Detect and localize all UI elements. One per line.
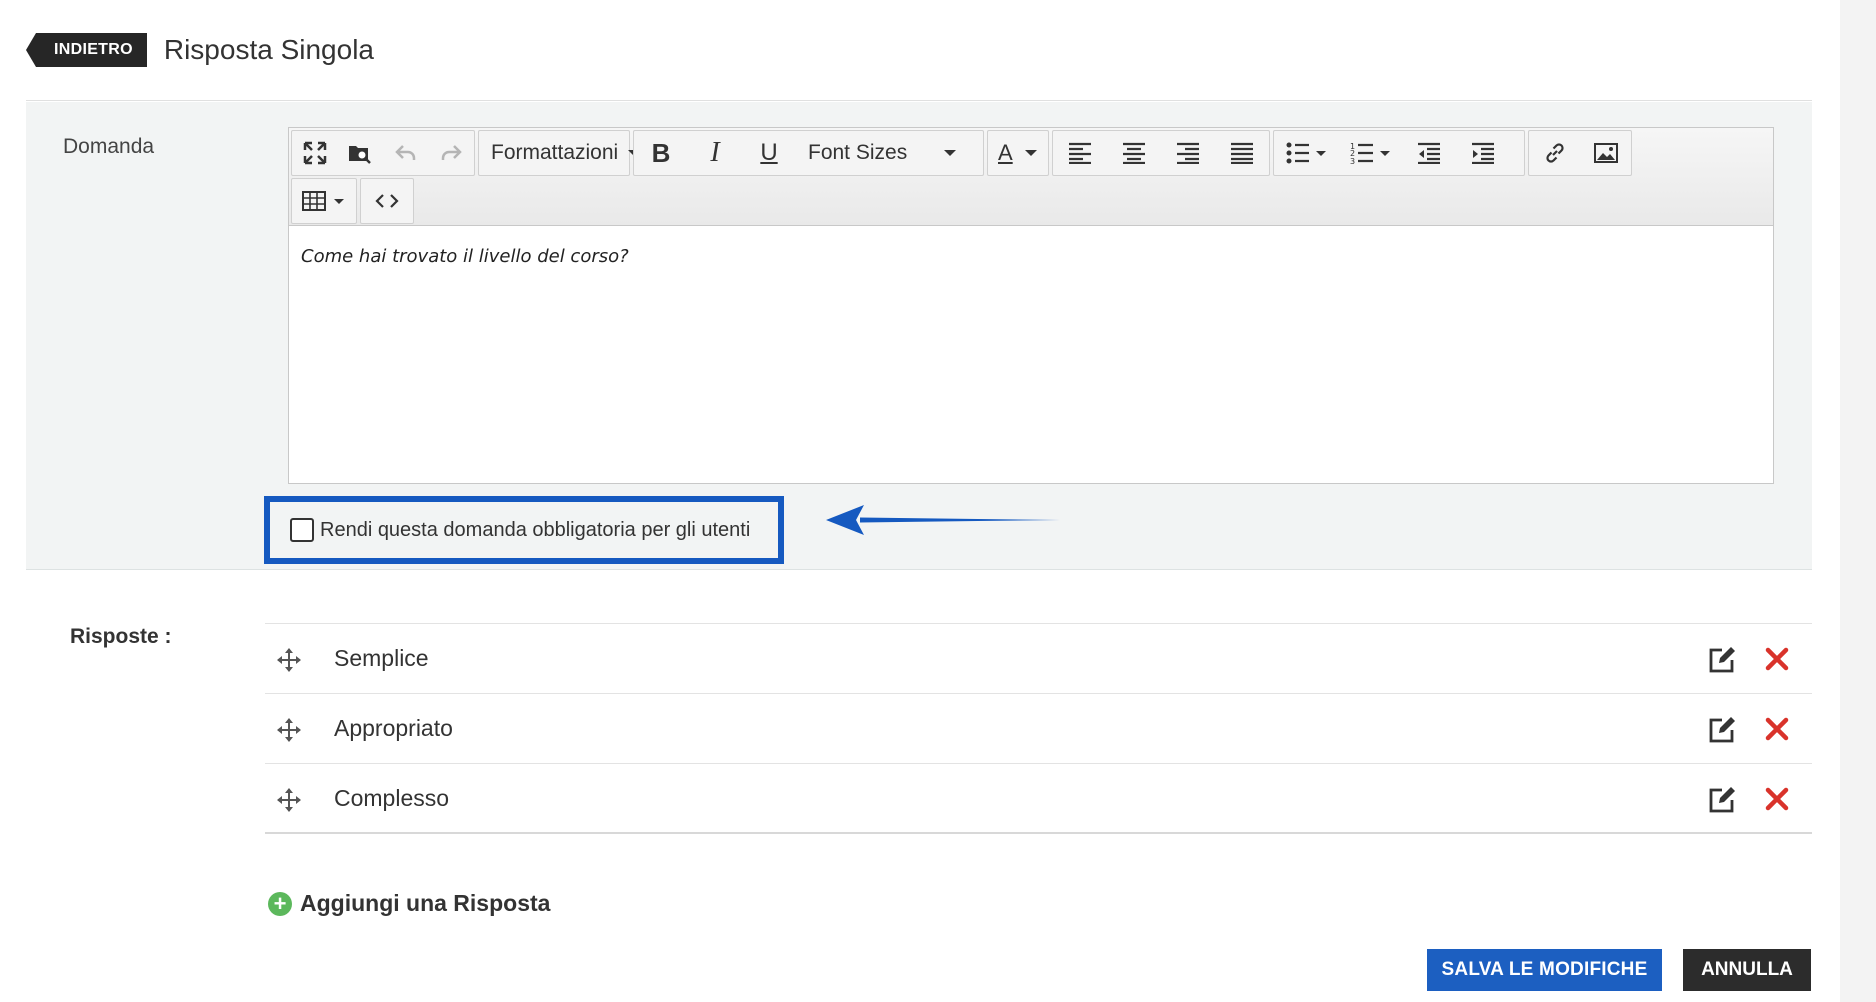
undo-icon[interactable] <box>383 131 429 175</box>
answer-row: Complesso <box>265 764 1812 834</box>
toolbar-group-insert <box>1528 130 1632 176</box>
annotation-arrow-icon <box>826 505 1060 535</box>
font-sizes-label: Font Sizes <box>808 141 908 164</box>
chevron-down-icon <box>944 150 956 156</box>
toolbar-group-view <box>291 130 475 176</box>
toolbar-group-format: Formattazioni <box>478 130 641 176</box>
answers-list: Semplice Appropriato Complesso <box>265 623 1812 834</box>
cancel-button[interactable]: ANNULLA <box>1683 949 1811 991</box>
delete-icon[interactable] <box>1765 647 1789 671</box>
table-icon[interactable] <box>292 179 356 223</box>
toolbar-group-text: B I U Font Sizes <box>633 130 984 176</box>
edit-icon[interactable] <box>1708 646 1736 674</box>
answer-row: Appropriato <box>265 694 1812 764</box>
drag-handle-icon[interactable] <box>276 787 302 813</box>
link-icon[interactable] <box>1529 131 1580 175</box>
answer-text: Complesso <box>334 784 450 811</box>
back-button[interactable]: INDIETRO <box>26 33 147 67</box>
underline-icon[interactable]: U <box>742 131 796 175</box>
format-dropdown[interactable]: Formattazioni <box>479 131 652 175</box>
delete-icon[interactable] <box>1765 717 1789 741</box>
fullscreen-icon[interactable] <box>292 131 338 175</box>
required-checkbox-label: Rendi questa domanda obbligatoria per gl… <box>320 518 751 541</box>
answers-label: Risposte : <box>70 625 172 648</box>
align-center-icon[interactable] <box>1107 131 1161 175</box>
code-icon[interactable] <box>361 179 413 223</box>
toolbar-group-code <box>360 178 414 224</box>
plus-circle-icon: + <box>268 891 292 916</box>
text-color-label: A <box>998 140 1013 165</box>
svg-text:3: 3 <box>1350 157 1355 165</box>
redo-icon[interactable] <box>429 131 475 175</box>
rich-text-editor: Formattazioni B I U Font Sizes A 1 2 3 C… <box>288 127 1774 484</box>
toolbar-group-color: A <box>987 130 1049 176</box>
add-answer-link[interactable]: + Aggiungi una Risposta <box>268 890 550 917</box>
image-icon[interactable] <box>1580 131 1631 175</box>
header-divider <box>26 100 1812 101</box>
align-right-icon[interactable] <box>1161 131 1215 175</box>
bullet-list-icon[interactable] <box>1274 131 1338 175</box>
drag-handle-icon[interactable] <box>276 647 302 673</box>
delete-icon[interactable] <box>1765 787 1789 811</box>
required-question-option: Rendi questa domanda obbligatoria per gl… <box>264 496 784 564</box>
save-button[interactable]: SALVA LE MODIFICHE <box>1427 949 1662 991</box>
indent-icon[interactable] <box>1456 131 1510 175</box>
chevron-down-icon <box>1024 150 1037 156</box>
answer-text: Semplice <box>334 645 429 671</box>
align-justify-icon[interactable] <box>1215 131 1269 175</box>
page-header: INDIETRO Risposta Singola <box>26 28 374 72</box>
editor-content-area[interactable]: Come hai trovato il livello del corso? <box>289 226 1773 287</box>
drag-handle-icon[interactable] <box>276 717 302 743</box>
page-title: Risposta Singola <box>163 34 374 65</box>
editor-toolbar: Formattazioni B I U Font Sizes A 1 2 3 <box>289 128 1773 226</box>
edit-icon[interactable] <box>1708 716 1736 744</box>
text-color-icon[interactable]: A <box>988 131 1045 175</box>
outdent-icon[interactable] <box>1402 131 1456 175</box>
right-scroll-strip <box>1840 0 1876 1002</box>
question-panel: Domanda Formattazioni B I U Font Sizes A… <box>26 102 1812 570</box>
italic-icon[interactable]: I <box>688 131 742 175</box>
numbered-list-icon[interactable]: 123 <box>1338 131 1402 175</box>
format-dropdown-label: Formattazioni <box>491 141 619 164</box>
edit-icon[interactable] <box>1708 786 1736 814</box>
toolbar-group-align <box>1052 130 1270 176</box>
align-left-icon[interactable] <box>1053 131 1107 175</box>
question-label: Domanda <box>63 135 155 158</box>
add-answer-label: Aggiungi una Risposta <box>300 890 551 916</box>
required-checkbox[interactable] <box>290 518 314 542</box>
bold-icon[interactable]: B <box>634 131 688 175</box>
answer-row: Semplice <box>265 624 1812 694</box>
answer-text: Appropriato <box>334 715 453 741</box>
browse-icon[interactable] <box>338 131 384 175</box>
toolbar-group-lists: 123 <box>1273 130 1525 176</box>
toolbar-group-table <box>291 178 357 224</box>
font-sizes-dropdown[interactable]: Font Sizes <box>796 131 968 175</box>
